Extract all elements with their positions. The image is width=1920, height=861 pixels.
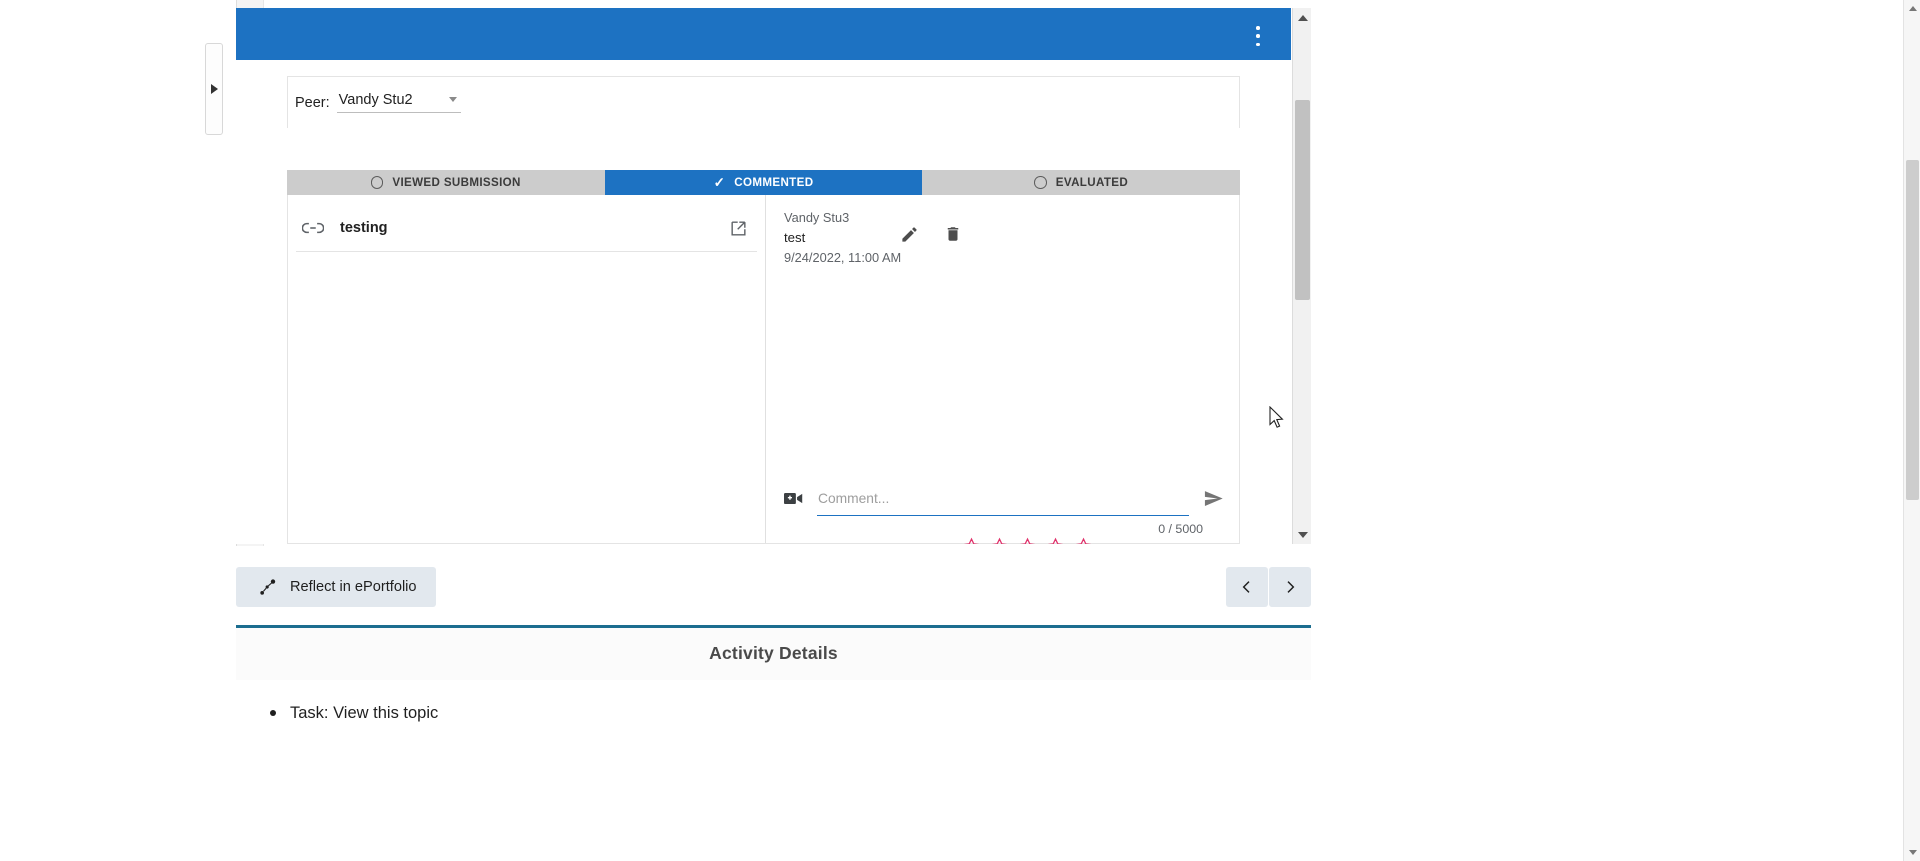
star-outline-icon[interactable] — [962, 537, 981, 544]
activity-details-body: Task: View this topic — [236, 680, 1311, 861]
attachment-name: testing — [328, 220, 727, 236]
comment-timestamp: 9/24/2022, 11:00 AM — [784, 248, 1214, 268]
pencil-icon[interactable] — [900, 225, 919, 244]
comment-author: Vandy Stu3 — [784, 208, 1214, 228]
progress-step-tabs: VIEWED SUBMISSION ✓ COMMENTED EVALUATED — [287, 170, 1240, 195]
window-scrollbar-thumb[interactable] — [1906, 160, 1919, 500]
list-item: Task: View this topic — [290, 700, 1311, 726]
link-icon — [302, 221, 328, 235]
reflect-in-eportfolio-button[interactable]: Reflect in ePortfolio — [236, 567, 436, 607]
frame-header-bar — [236, 8, 1291, 60]
triangle-right-icon — [211, 84, 218, 94]
tab-label: EVALUATED — [1056, 176, 1128, 189]
comments-pane: Vandy Stu3 test 9/24/2022, 11:00 AM — [765, 195, 1239, 543]
peer-select-value: Vandy Stu2 — [339, 93, 413, 108]
tab-commented[interactable]: ✓ COMMENTED — [605, 170, 923, 195]
comment-actions — [900, 225, 963, 244]
open-in-new-icon[interactable] — [727, 217, 749, 239]
window-scrollbar[interactable] — [1903, 0, 1920, 861]
circle-outline-icon — [1034, 176, 1047, 189]
chevron-right-icon — [1282, 579, 1298, 595]
eportfolio-icon — [258, 577, 278, 597]
comment-item: Vandy Stu3 test 9/24/2022, 11:00 AM — [784, 208, 1214, 268]
submission-pane: testing — [288, 195, 765, 543]
assessment-panes: testing Vandy Stu3 test — [287, 195, 1240, 544]
pagination-controls — [1226, 567, 1311, 607]
rating-stars[interactable] — [962, 537, 1093, 544]
frame-scrollbar[interactable] — [1292, 8, 1311, 544]
tab-label: COMMENTED — [734, 176, 813, 189]
comment-input[interactable] — [817, 489, 1189, 516]
trash-icon[interactable] — [944, 225, 963, 244]
tab-evaluated[interactable]: EVALUATED — [922, 170, 1240, 195]
frame-content: Peer: Vandy Stu2 VIEWED SUBMISSION ✓ COM… — [236, 60, 1291, 544]
star-outline-icon[interactable] — [1046, 537, 1065, 544]
scrollbar-thumb[interactable] — [1295, 100, 1310, 300]
comment-composer: 0 / 5000 — [784, 488, 1225, 536]
app-root: Peer: Vandy Stu2 VIEWED SUBMISSION ✓ COM… — [0, 0, 1920, 861]
reflect-button-label: Reflect in ePortfolio — [290, 579, 417, 595]
comment-text: test — [784, 228, 1214, 248]
video-camera-add-icon[interactable] — [784, 491, 803, 507]
star-outline-icon[interactable] — [1074, 537, 1093, 544]
activity-details-section: Activity Details Task: View this topic — [236, 625, 1311, 861]
circle-outline-icon — [371, 176, 384, 189]
more-vertical-icon[interactable] — [1249, 26, 1267, 46]
send-icon[interactable] — [1203, 488, 1225, 510]
next-button[interactable] — [1269, 567, 1311, 607]
window-scroll-down-icon[interactable] — [1904, 844, 1920, 861]
scroll-up-icon[interactable] — [1293, 8, 1312, 27]
activity-details-title: Activity Details — [236, 628, 1311, 664]
window-scroll-up-icon[interactable] — [1904, 0, 1920, 17]
previous-button[interactable] — [1226, 567, 1268, 607]
tab-label: VIEWED SUBMISSION — [392, 176, 520, 189]
peer-selector-card: Peer: Vandy Stu2 — [287, 76, 1240, 128]
star-outline-icon[interactable] — [990, 537, 1009, 544]
submission-attachment-row[interactable]: testing — [296, 205, 757, 252]
character-counter: 0 / 5000 — [784, 516, 1225, 536]
chevron-down-icon — [449, 97, 457, 102]
side-panel-toggle[interactable] — [205, 43, 223, 135]
task-list: Task: View this topic — [236, 700, 1311, 726]
check-icon: ✓ — [714, 176, 726, 190]
scroll-down-icon[interactable] — [1293, 525, 1312, 544]
peer-assessment-frame: Peer: Vandy Stu2 VIEWED SUBMISSION ✓ COM… — [236, 8, 1311, 544]
peer-label: Peer: — [295, 96, 330, 113]
peer-select[interactable]: Vandy Stu2 — [337, 93, 461, 113]
star-outline-icon[interactable] — [1018, 537, 1037, 544]
chevron-left-icon — [1239, 579, 1255, 595]
tab-viewed-submission[interactable]: VIEWED SUBMISSION — [287, 170, 605, 195]
